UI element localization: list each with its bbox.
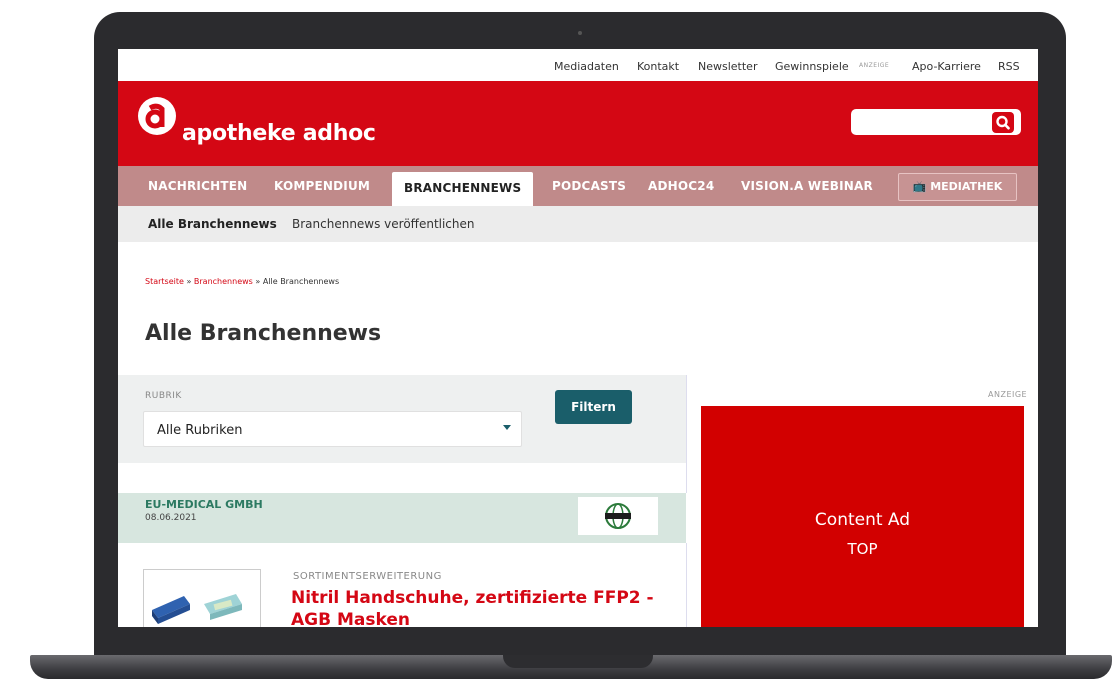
nav-kompendium[interactable]: KOMPENDIUM bbox=[274, 166, 370, 206]
filter-button[interactable]: Filtern bbox=[555, 390, 632, 424]
breadcrumb-branchennews[interactable]: Branchennews bbox=[194, 277, 253, 286]
article-title-continued[interactable]: AGB Masken bbox=[291, 610, 410, 627]
browser-screen: Mediadaten Kontakt Newsletter Gewinnspie… bbox=[118, 49, 1038, 627]
anzeige-label: ANZEIGE bbox=[988, 390, 1028, 399]
nav-nachrichten[interactable]: NACHRICHTEN bbox=[148, 166, 247, 206]
logo-text[interactable]: apotheke adhoc bbox=[182, 121, 376, 146]
nav-podcasts[interactable]: PODCASTS bbox=[552, 166, 626, 206]
anzeige-tag: ANZEIGE bbox=[859, 62, 890, 69]
nav-vision-a-webinar[interactable]: VISION.A WEBINAR bbox=[741, 166, 873, 206]
utility-link-rss[interactable]: RSS bbox=[998, 60, 1020, 73]
breadcrumb-home[interactable]: Startseite bbox=[145, 277, 184, 286]
breadcrumb: Startseite » Branchennews » Alle Branche… bbox=[145, 277, 339, 286]
subnav-alle-branchennews[interactable]: Alle Branchennews bbox=[148, 217, 277, 231]
mediathek-label: MEDIATHEK bbox=[930, 180, 1003, 193]
utility-link-gewinnspiele[interactable]: Gewinnspiele bbox=[775, 60, 849, 73]
sub-nav: Alle Branchennews Branchennews veröffent… bbox=[118, 206, 1038, 242]
breadcrumb-separator: » bbox=[252, 277, 263, 286]
site-header: apotheke adhoc bbox=[118, 81, 1038, 166]
rubrik-label: RUBRIK bbox=[145, 391, 182, 401]
article-thumbnail[interactable] bbox=[143, 569, 261, 627]
laptop-notch bbox=[503, 655, 653, 668]
main-nav: NACHRICHTEN KOMPENDIUM BRANCHENNEWS PODC… bbox=[118, 166, 1038, 206]
tv-icon: 📺 bbox=[912, 180, 927, 193]
page-title: Alle Branchennews bbox=[145, 321, 382, 346]
company-header: EU-MEDICAL GMBH 08.06.2021 bbox=[118, 493, 686, 543]
utility-link-apo-karriere[interactable]: Apo-Karriere bbox=[912, 60, 981, 73]
rubrik-select[interactable]: Alle Rubriken bbox=[143, 411, 522, 447]
mediathek-button[interactable]: 📺 MEDIATHEK bbox=[898, 173, 1017, 201]
nav-adhoc24[interactable]: ADHOC24 bbox=[648, 166, 714, 206]
rubrik-select-value: Alle Rubriken bbox=[157, 423, 243, 438]
ad-title: Content Ad bbox=[814, 510, 911, 530]
breadcrumb-current: Alle Branchennews bbox=[262, 277, 340, 286]
news-list-item[interactable]: SORTIMENTSERWEITERUNG Nitril Handschuhe,… bbox=[118, 543, 687, 627]
chevron-down-icon bbox=[503, 425, 511, 430]
utility-link-newsletter[interactable]: Newsletter bbox=[698, 60, 757, 73]
globe-logo-icon bbox=[605, 503, 631, 529]
ad-subtitle: TOP bbox=[847, 540, 878, 558]
gloves-mask-image bbox=[152, 594, 242, 624]
subnav-branchennews-veroeffentlichen[interactable]: Branchennews veröffentlichen bbox=[292, 217, 475, 231]
company-date: 08.06.2021 bbox=[145, 513, 197, 523]
filter-panel: RUBRIK Alle Rubriken Filtern bbox=[118, 375, 687, 463]
content-ad[interactable]: Content Ad TOP bbox=[701, 406, 1024, 627]
utility-link-mediadaten[interactable]: Mediadaten bbox=[554, 60, 619, 73]
breadcrumb-separator: » bbox=[183, 277, 194, 286]
company-logo[interactable] bbox=[578, 497, 658, 535]
article-kicker: SORTIMENTSERWEITERUNG bbox=[293, 571, 442, 582]
list-spacer bbox=[118, 463, 687, 493]
nav-branchennews[interactable]: BRANCHENNEWS bbox=[392, 172, 534, 206]
company-name[interactable]: EU-MEDICAL GMBH bbox=[145, 498, 263, 511]
article-title[interactable]: Nitril Handschuhe, zertifizierte FFP2 - bbox=[291, 588, 654, 608]
apotheke-logo-icon[interactable] bbox=[138, 97, 176, 135]
utility-nav: Mediadaten Kontakt Newsletter Gewinnspie… bbox=[118, 49, 1038, 81]
utility-link-kontakt[interactable]: Kontakt bbox=[637, 60, 679, 73]
camera-icon bbox=[578, 31, 582, 35]
search-icon bbox=[996, 115, 1010, 130]
search-button[interactable] bbox=[992, 112, 1014, 133]
